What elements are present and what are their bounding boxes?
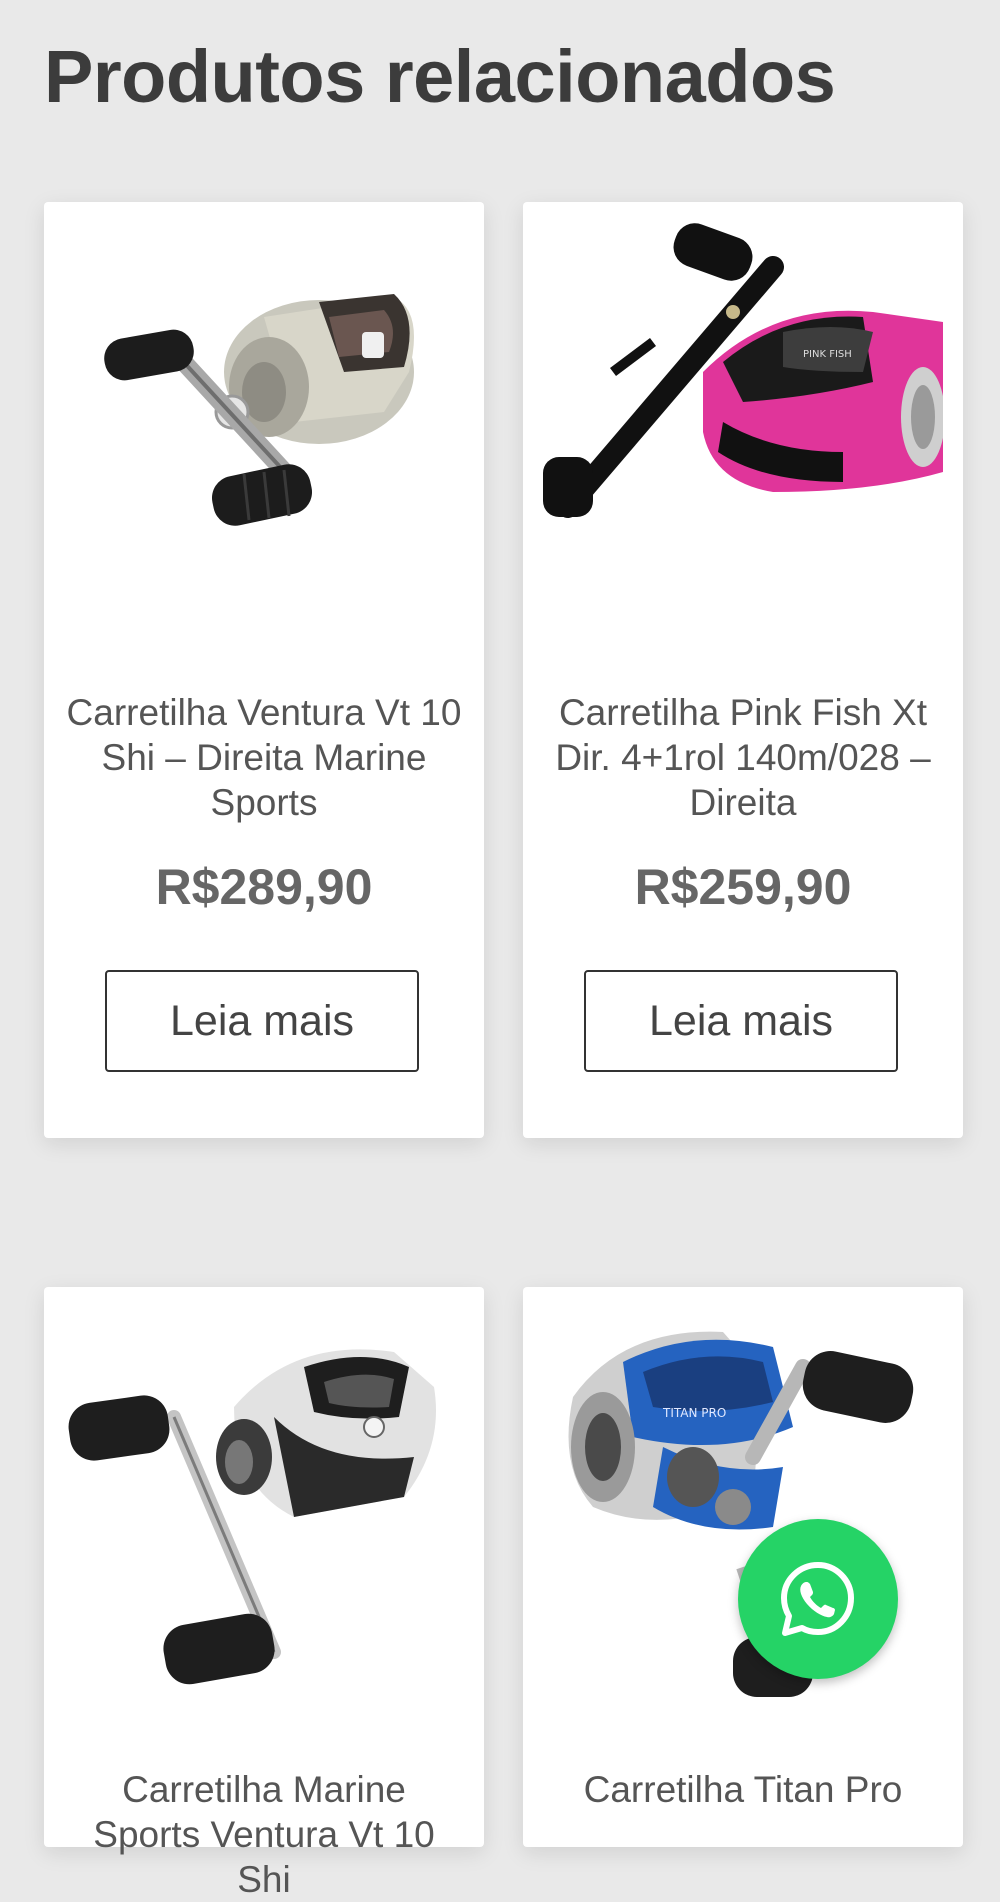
reel-silver-icon bbox=[68, 1349, 436, 1685]
product-title[interactable]: Carretilha Pink Fish Xt Dir. 4+1rol 140m… bbox=[543, 690, 943, 825]
reel-pink-icon: PINK FISH bbox=[543, 223, 943, 518]
product-card[interactable]: TITAN PRO Carretilha Titan Pro bbox=[523, 1287, 963, 1847]
read-more-button[interactable]: Leia mais bbox=[105, 970, 419, 1072]
product-card[interactable]: Carretilha Marine Sports Ventura Vt 10 S… bbox=[44, 1287, 484, 1900]
svg-text:TITAN PRO: TITAN PRO bbox=[662, 1406, 726, 1420]
product-card[interactable]: Carretilha Ventura Vt 10 Shi – Direita M… bbox=[44, 202, 484, 1138]
product-title[interactable]: Carretilha Titan Pro bbox=[543, 1767, 943, 1812]
reel-silver-gold-icon bbox=[104, 294, 414, 526]
product-image[interactable]: PINK FISH bbox=[543, 222, 943, 622]
whatsapp-icon bbox=[781, 1562, 854, 1636]
related-products-heading: Produtos relacionados bbox=[44, 35, 836, 118]
whatsapp-chat-button[interactable] bbox=[738, 1519, 898, 1679]
svg-text:PINK FISH: PINK FISH bbox=[803, 349, 852, 360]
product-price: R$289,90 bbox=[155, 859, 373, 915]
read-more-button[interactable]: Leia mais bbox=[584, 970, 898, 1072]
product-image[interactable]: TITAN PRO bbox=[543, 1307, 943, 1707]
product-card[interactable]: PINK FISH Carretilha Pink Fish Xt Dir. 4… bbox=[523, 202, 963, 1138]
product-image[interactable] bbox=[64, 1307, 464, 1707]
reel-blue-icon: TITAN PRO bbox=[568, 1331, 914, 1697]
product-price: R$259,90 bbox=[634, 859, 852, 915]
product-title[interactable]: Carretilha Ventura Vt 10 Shi – Direita M… bbox=[64, 690, 464, 825]
product-image[interactable] bbox=[64, 222, 464, 622]
product-title[interactable]: Carretilha Marine Sports Ventura Vt 10 S… bbox=[64, 1767, 464, 1902]
